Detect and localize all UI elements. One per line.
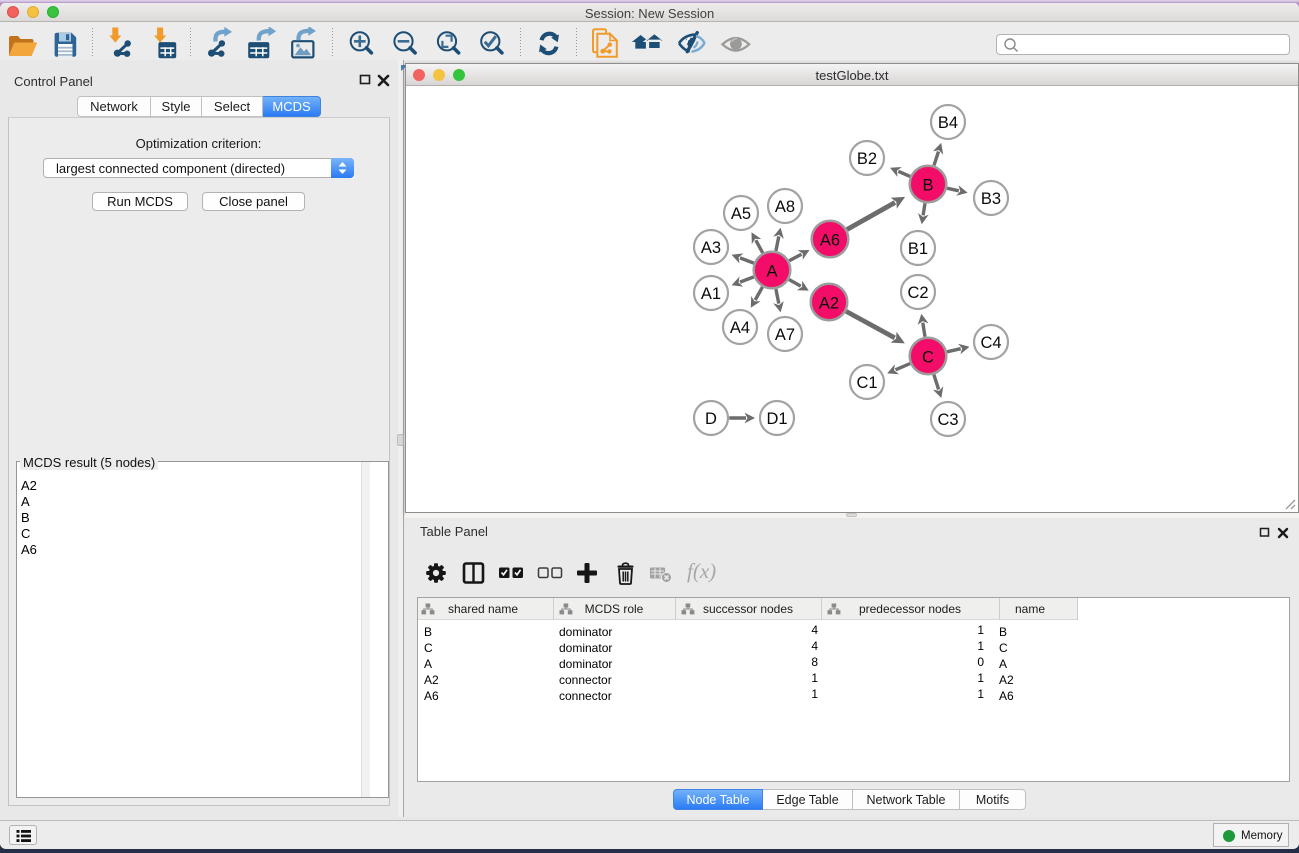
svg-text:A2: A2 — [819, 294, 839, 312]
svg-text:D1: D1 — [766, 410, 787, 428]
svg-text:B2: B2 — [857, 150, 877, 168]
svg-text:A4: A4 — [730, 319, 750, 337]
svg-text:A7: A7 — [775, 326, 795, 344]
svg-text:B3: B3 — [981, 190, 1001, 208]
svg-text:C3: C3 — [937, 411, 958, 429]
svg-text:C: C — [922, 348, 934, 366]
svg-text:C2: C2 — [907, 284, 928, 302]
svg-text:A: A — [766, 262, 777, 280]
svg-text:A8: A8 — [775, 198, 795, 216]
svg-text:A5: A5 — [731, 205, 751, 223]
svg-text:C1: C1 — [856, 374, 877, 392]
svg-text:A6: A6 — [820, 231, 840, 249]
svg-text:B: B — [922, 176, 933, 194]
svg-text:C4: C4 — [980, 334, 1001, 352]
svg-text:B1: B1 — [908, 240, 928, 258]
svg-text:A1: A1 — [701, 285, 721, 303]
svg-text:A3: A3 — [701, 239, 721, 257]
svg-text:B4: B4 — [938, 114, 958, 132]
svg-text:D: D — [705, 410, 717, 428]
